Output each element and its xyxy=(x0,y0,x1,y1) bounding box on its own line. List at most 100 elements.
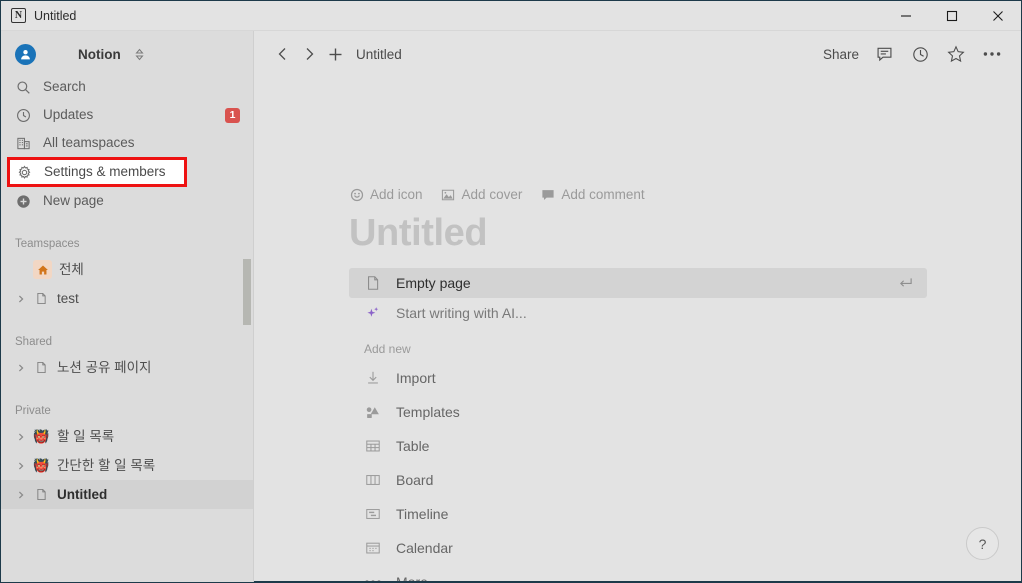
sidebar-item-all-teamspaces[interactable]: All teamspaces xyxy=(1,129,254,157)
window-title: Untitled xyxy=(34,8,77,23)
comment-icon[interactable] xyxy=(871,41,897,67)
sidebar: Notion Search Updates 1 All teamspaces S… xyxy=(1,31,254,582)
updates-badge: 1 xyxy=(225,107,240,123)
help-button[interactable]: ? xyxy=(966,527,999,560)
emoji-smile-icon xyxy=(349,187,364,202)
main-toolbar: Untitled Share xyxy=(254,31,1021,77)
sidebar-page-todo-list[interactable]: 👹 할 일 목록 xyxy=(1,422,254,451)
sidebar-item-label: Search xyxy=(43,79,86,95)
add-new-label-item: Calendar xyxy=(396,539,453,556)
add-new-label-item: Timeline xyxy=(396,505,449,522)
star-icon[interactable] xyxy=(943,41,969,67)
chevron-right-icon[interactable] xyxy=(296,41,322,67)
chevron-left-icon[interactable] xyxy=(270,41,296,67)
section-label-private: Private xyxy=(15,405,51,417)
sidebar-item-label: Settings & members xyxy=(44,164,166,180)
enter-icon xyxy=(898,276,913,290)
section-label-shared: Shared xyxy=(15,336,53,348)
page-icon xyxy=(33,359,50,376)
close-icon[interactable] xyxy=(975,1,1021,31)
add-icon-button[interactable]: Add icon xyxy=(349,187,423,202)
sidebar-teamspace-jeonche[interactable]: 전체 xyxy=(1,255,254,284)
notion-app-window: N Untitled Notion Search Updates 1 All t… xyxy=(0,0,1022,583)
breadcrumb[interactable]: Untitled xyxy=(356,47,402,62)
sidebar-item-label: Updates xyxy=(43,107,94,123)
sidebar-scrollbar-thumb[interactable] xyxy=(243,259,251,325)
add-new-timeline[interactable]: Timeline xyxy=(349,497,1021,531)
sidebar-item-label: 전체 xyxy=(59,261,84,277)
sidebar-page-test[interactable]: test xyxy=(1,284,254,313)
history-clock-icon[interactable] xyxy=(907,41,933,67)
sidebar-page-simple-todo-list[interactable]: 👹 간단한 할 일 목록 xyxy=(1,451,254,480)
workspace-switcher[interactable]: Notion xyxy=(1,35,254,73)
sidebar-scrollbar[interactable] xyxy=(243,31,251,582)
user-avatar-icon xyxy=(15,43,36,65)
sidebar-item-new-page[interactable]: New page xyxy=(1,187,254,215)
option-label: Empty page xyxy=(396,274,471,291)
templates-icon xyxy=(364,403,382,421)
add-new-calendar[interactable]: Calendar xyxy=(349,531,1021,565)
sidebar-item-label: All teamspaces xyxy=(43,135,135,151)
page-title[interactable]: Untitled xyxy=(349,213,1021,254)
add-new-import[interactable]: Import xyxy=(349,361,1021,395)
window-body: Notion Search Updates 1 All teamspaces S… xyxy=(1,31,1021,582)
option-empty-page[interactable]: Empty page xyxy=(349,267,927,298)
notion-logo-icon: N xyxy=(11,8,26,23)
page-icon xyxy=(33,290,50,307)
plus-circle-icon xyxy=(15,193,32,210)
add-cover-label: Add cover xyxy=(461,187,523,202)
add-cover-button[interactable]: Add cover xyxy=(441,187,523,202)
add-new-table[interactable]: Table xyxy=(349,429,1021,463)
section-label-teamspaces: Teamspaces xyxy=(15,238,80,250)
chevron-right-icon[interactable] xyxy=(15,489,26,500)
home-icon xyxy=(33,260,52,279)
chevron-right-icon[interactable] xyxy=(15,293,26,304)
comment-icon xyxy=(540,187,555,202)
title-bar-left: N Untitled xyxy=(1,8,76,23)
sidebar-page-shared-notion[interactable]: 노션 공유 페이지 xyxy=(1,353,254,382)
add-new-label-item: Table xyxy=(396,437,430,454)
building-icon xyxy=(15,135,32,152)
chevron-right-icon[interactable] xyxy=(15,362,26,373)
page-content: Add icon Add cover Add comment Untitled … xyxy=(254,77,1021,582)
add-new-label-item: Board xyxy=(396,471,434,488)
chevron-updown-icon xyxy=(135,48,144,61)
sidebar-page-untitled[interactable]: Untitled xyxy=(1,480,254,509)
maximize-icon[interactable] xyxy=(929,1,975,31)
option-label: Start writing with AI... xyxy=(396,304,527,321)
sidebar-item-search[interactable]: Search xyxy=(1,73,254,101)
add-comment-button[interactable]: Add comment xyxy=(540,187,645,202)
sidebar-item-updates[interactable]: Updates 1 xyxy=(1,101,254,129)
add-new-board[interactable]: Board xyxy=(349,463,1021,497)
bottom-divider xyxy=(254,581,1021,582)
table-icon xyxy=(364,437,382,455)
sidebar-item-settings-and-members[interactable]: Settings & members xyxy=(7,157,187,187)
add-icon-label: Add icon xyxy=(370,187,423,202)
board-icon xyxy=(364,471,382,489)
calendar-icon xyxy=(364,539,382,557)
option-start-writing-with-ai[interactable]: Start writing with AI... xyxy=(349,298,927,328)
sidebar-item-label: 노션 공유 페이지 xyxy=(57,359,152,375)
add-new-label: Add new xyxy=(364,341,411,356)
emoji-icon: 👹 xyxy=(33,458,50,473)
window-controls xyxy=(883,1,1021,31)
add-comment-label: Add comment xyxy=(561,187,645,202)
share-button[interactable]: Share xyxy=(821,47,861,62)
chevron-right-icon[interactable] xyxy=(15,460,26,471)
main-content-area: Untitled Share Add icon Add cover Add co… xyxy=(254,31,1021,582)
emoji-icon: 👹 xyxy=(33,429,50,444)
chevron-right-icon[interactable] xyxy=(15,431,26,442)
page-action-bar: Add icon Add cover Add comment xyxy=(349,187,1021,202)
add-new-templates[interactable]: Templates xyxy=(349,395,1021,429)
minimize-icon[interactable] xyxy=(883,1,929,31)
gear-icon xyxy=(16,164,33,181)
ellipsis-more-icon[interactable] xyxy=(979,41,1005,67)
add-new-more[interactable]: More xyxy=(349,565,1021,582)
plus-icon[interactable] xyxy=(322,41,348,67)
sidebar-item-label: 간단한 할 일 목록 xyxy=(57,457,156,473)
download-icon xyxy=(364,369,382,387)
sidebar-item-label: Untitled xyxy=(57,486,108,502)
